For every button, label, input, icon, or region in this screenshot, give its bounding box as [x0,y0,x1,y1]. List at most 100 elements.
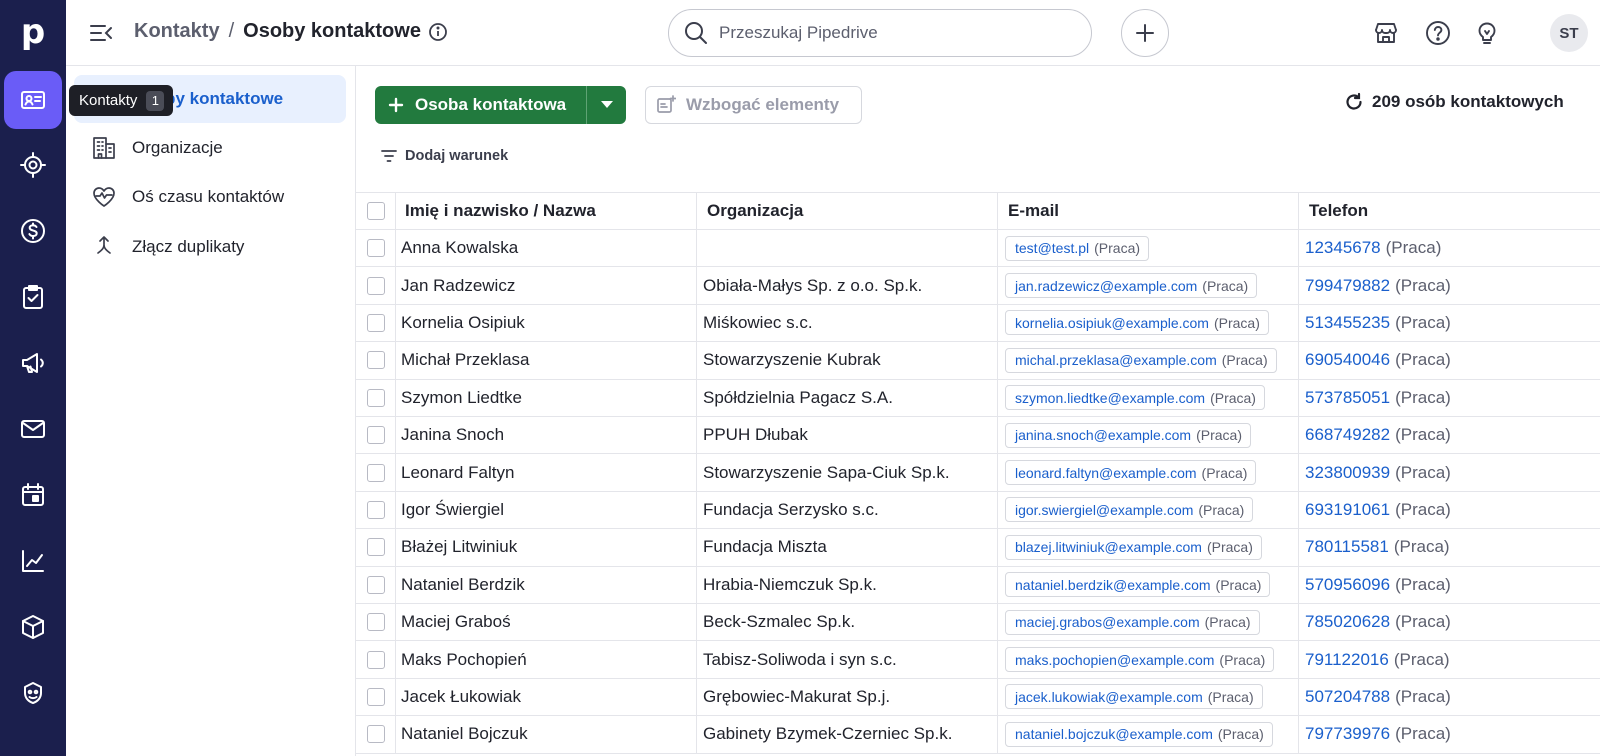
row-checkbox[interactable] [367,613,385,632]
person-name[interactable]: Błażej Litwiniuk [401,529,691,565]
search-input[interactable] [719,23,1059,43]
rail-mail-icon[interactable] [0,400,66,458]
row-checkbox[interactable] [367,575,385,594]
row-checkbox[interactable] [367,276,385,295]
row-checkbox[interactable] [367,388,385,407]
row-checkbox[interactable] [367,538,385,557]
email-chip[interactable]: maciej.grabos@example.com (Praca) [1005,609,1260,635]
rail-contacts-icon[interactable] [4,71,62,129]
rail-box-icon[interactable] [0,598,66,656]
info-icon[interactable] [428,22,448,42]
table-row[interactable]: Kornelia Osipiuk Miśkowiec s.c. kornelia.o… [356,304,1600,343]
phone-number[interactable]: 785020628 [1305,612,1390,632]
phone-number[interactable]: 12345678 [1305,238,1381,258]
phone-number[interactable]: 799479882 [1305,276,1390,296]
organization-name[interactable]: Fundacja Miszta [703,529,993,565]
phone-number[interactable]: 791122016 [1305,650,1389,670]
phone-number[interactable]: 323800939 [1305,463,1390,483]
row-checkbox[interactable] [367,463,385,482]
row-checkbox[interactable] [367,650,385,669]
organization-name[interactable]: Spółdzielnia Pagacz S.A. [703,380,993,416]
table-row[interactable]: Błażej Litwiniuk Fundacja Miszta blazej.li… [356,529,1600,567]
marketplace-icon[interactable] [1371,18,1401,48]
table-row[interactable]: Jan Radzewicz Obiała-Małys Sp. z o.o. Sp.… [356,267,1600,305]
table-row[interactable]: Igor Świergiel Fundacja Serzysko s.c. igor… [356,491,1600,530]
rail-megaphone-icon[interactable] [0,334,66,392]
phone-number[interactable]: 690540046 [1305,350,1390,370]
person-name[interactable]: Szymon Liedtke [401,380,691,416]
table-row[interactable]: Nataniel Bojczuk Gabinety Bzymek-Czerniec… [356,716,1600,754]
record-count[interactable]: 209 osób kontaktowych [1344,92,1564,112]
global-search[interactable] [668,9,1092,57]
table-row[interactable]: Maks Pochopień Tabisz-Soliwoda i syn s.c.… [356,641,1600,679]
person-name[interactable]: Nataniel Bojczuk [401,716,691,752]
email-chip[interactable]: szymon.liedtke@example.com (Praca) [1005,385,1265,411]
organization-name[interactable] [703,230,993,266]
organization-name[interactable]: Stowarzyszenie Kubrak [703,342,993,378]
rail-dollar-icon[interactable] [0,202,66,260]
phone-number[interactable]: 507204788 [1305,687,1390,707]
help-icon[interactable] [1423,18,1453,48]
person-name[interactable]: Janina Snoch [401,417,691,453]
header-email[interactable]: E-mail [1008,193,1298,229]
organization-name[interactable]: Miśkowiec s.c. [703,305,993,341]
phone-number[interactable]: 797739976 [1305,724,1390,744]
person-name[interactable]: Kornelia Osipiuk [401,305,691,341]
person-name[interactable]: Maciej Graboś [401,604,691,640]
phone-number[interactable]: 573785051 [1305,388,1390,408]
phone-number[interactable]: 780115581 [1305,537,1389,557]
table-row[interactable]: Michał Przeklasa Stowarzyszenie Kubrak mic… [356,342,1600,380]
header-organization[interactable]: Organizacja [707,193,997,229]
row-checkbox[interactable] [367,725,385,744]
person-name[interactable]: Maks Pochopień [401,641,691,677]
email-chip[interactable]: maks.pochopien@example.com (Praca) [1005,647,1275,673]
select-all-checkbox[interactable] [367,202,385,220]
organization-name[interactable]: Beck-Szmalec Sp.k. [703,604,993,640]
email-chip[interactable]: jan.radzewicz@example.com (Praca) [1005,273,1258,299]
header-name[interactable]: Imię i nazwisko / Nazwa [405,193,695,229]
email-chip[interactable]: nataniel.bojczuk@example.com (Praca) [1005,721,1273,747]
person-name[interactable]: Igor Świergiel [401,492,691,528]
email-chip[interactable]: kornelia.osipiuk@example.com (Praca) [1005,310,1269,336]
phone-number[interactable]: 570956096 [1305,575,1390,595]
organization-name[interactable]: Obiała-Małys Sp. z o.o. Sp.k. [703,267,993,303]
email-chip[interactable]: test@test.pl (Praca) [1005,235,1150,261]
row-checkbox[interactable] [367,426,385,445]
sidebar-item-organizations[interactable]: Organizacje [74,124,346,172]
phone-number[interactable]: 693191061 [1305,500,1390,520]
rail-chart-icon[interactable] [0,532,66,590]
organization-name[interactable]: PPUH Dłubak [703,417,993,453]
rail-campaign-icon[interactable] [0,664,66,722]
rail-target-icon[interactable] [0,136,66,194]
organization-name[interactable]: Tabisz-Soliwoda i syn s.c. [703,641,993,677]
phone-number[interactable]: 668749282 [1305,425,1390,445]
row-checkbox[interactable] [367,313,385,332]
person-name[interactable]: Jacek Łukowiak [401,679,691,715]
person-name[interactable]: Michał Przeklasa [401,342,691,378]
add-options-dropdown[interactable] [586,86,627,124]
person-name[interactable]: Leonard Faltyn [401,454,691,490]
add-person-button[interactable]: Osoba kontaktowa [375,86,587,124]
organization-name[interactable]: Grębowiec-Makurat Sp.j. [703,679,993,715]
quick-add-button[interactable] [1121,9,1169,57]
organization-name[interactable]: Hrabia-Niemczuk Sp.k. [703,567,993,603]
email-chip[interactable]: nataniel.berdzik@example.com (Praca) [1005,572,1271,598]
row-checkbox[interactable] [367,500,385,519]
row-checkbox[interactable] [367,351,385,370]
organization-name[interactable]: Fundacja Serzysko s.c. [703,492,993,528]
table-row[interactable]: Szymon Liedtke Spółdzielnia Pagacz S.A. sz… [356,379,1600,417]
table-row[interactable]: Nataniel Berdzik Hrabia-Niemczuk Sp.k. nat… [356,566,1600,604]
rail-clipboard-check-icon[interactable] [0,268,66,326]
organization-name[interactable]: Stowarzyszenie Sapa-Ciuk Sp.k. [703,454,993,490]
person-name[interactable]: Anna Kowalska [401,230,691,266]
rail-calendar-icon[interactable] [0,466,66,524]
person-name[interactable]: Jan Radzewicz [401,267,691,303]
table-row[interactable]: Leonard Faltyn Stowarzyszenie Sapa-Ciuk S… [356,454,1600,492]
email-chip[interactable]: igor.swiergiel@example.com (Praca) [1005,497,1254,523]
table-row[interactable]: Jacek Łukowiak Grębowiec-Makurat Sp.j. jac… [356,678,1600,717]
pipedrive-logo[interactable]: p [0,0,66,64]
sidebar-item-merge-duplicates[interactable]: Złącz duplikaty [74,223,346,271]
collapse-menu-icon[interactable] [88,20,114,46]
user-avatar[interactable]: ST [1550,14,1588,52]
table-row[interactable]: Maciej Graboś Beck-Szmalec Sp.k. maciej.gr… [356,604,1600,642]
